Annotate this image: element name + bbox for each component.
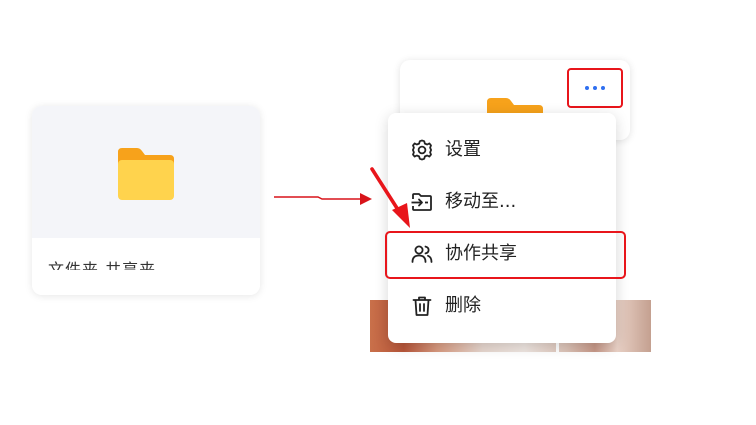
folder-card-name: 文件夹 共享夹 <box>48 260 157 270</box>
move-to-folder-icon <box>411 193 432 211</box>
context-menu: 设置 移动至... 协作共享 删除 <box>388 113 616 343</box>
menu-item-settings[interactable]: 设置 <box>388 126 616 174</box>
folder-card[interactable]: 文件夹 共享夹 <box>32 106 260 295</box>
gear-icon <box>412 139 432 161</box>
menu-item-label: 移动至... <box>445 191 517 212</box>
connector-arrow <box>274 193 372 205</box>
menu-item-collaborate-share[interactable]: 协作共享 <box>388 230 616 278</box>
folder-icon <box>118 148 174 200</box>
users-icon <box>411 245 433 263</box>
menu-item-label: 删除 <box>445 295 481 316</box>
menu-item-label: 设置 <box>445 139 481 160</box>
menu-item-delete[interactable]: 删除 <box>388 282 616 330</box>
more-options-button[interactable] <box>567 68 623 108</box>
more-horizontal-icon <box>585 86 605 90</box>
trash-icon <box>412 296 432 316</box>
screenshot-stage: 文件夹 共享夹 设置 移动至... 协作共享 删除 <box>0 0 756 425</box>
menu-item-label: 协作共享 <box>445 243 517 264</box>
menu-item-move-to[interactable]: 移动至... <box>388 178 616 226</box>
